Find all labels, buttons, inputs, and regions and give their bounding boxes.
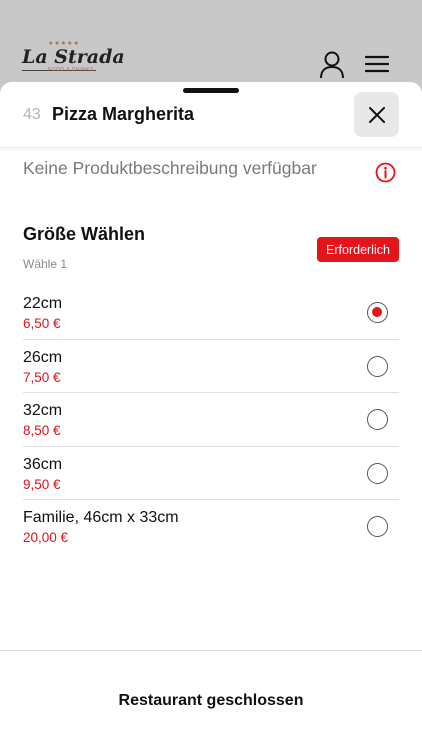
- restaurant-status: Restaurant geschlossen: [118, 692, 304, 709]
- restaurant-logo[interactable]: ★★★★★ La Strada FOOD & DRINKS: [22, 40, 125, 80]
- required-badge: Erforderlich: [317, 237, 399, 262]
- product-description: Keine Produktbeschreibung verfügbar: [23, 158, 317, 178]
- size-option[interactable]: 22cm 6,50 €: [23, 286, 399, 340]
- option-label: 36cm: [23, 455, 63, 473]
- size-option[interactable]: 32cm 8,50 €: [23, 393, 399, 447]
- size-option[interactable]: 36cm 9,50 €: [23, 447, 399, 500]
- option-label: 26cm: [23, 348, 63, 366]
- product-number: 43: [23, 106, 41, 123]
- option-price: 9,50 €: [23, 476, 61, 492]
- size-option[interactable]: 26cm 7,50 €: [23, 340, 399, 393]
- option-price: 8,50 €: [23, 423, 61, 438]
- radio-button[interactable]: [367, 409, 388, 430]
- radio-button[interactable]: [367, 355, 388, 377]
- product-sheet: 43 Pizza Margherita Keine Produktbeschre…: [0, 82, 422, 750]
- option-label: 32cm: [23, 402, 63, 419]
- logo-tagline: FOOD & DRINKS: [48, 67, 94, 73]
- option-price: 20,00 €: [23, 530, 69, 545]
- sheet-footer: Restaurant geschlossen: [0, 650, 422, 750]
- logo-name: La Strada: [22, 46, 125, 68]
- radio-button-selected[interactable]: [367, 302, 388, 323]
- radio-button[interactable]: [367, 462, 388, 484]
- size-options-list: 22cm 6,50 € 26cm 7,50 € 32cm 8,50 € 36cm…: [23, 286, 399, 554]
- hamburger-menu-icon[interactable]: [364, 52, 390, 76]
- sheet-grabber[interactable]: [183, 88, 239, 93]
- option-label: 22cm: [23, 295, 63, 312]
- option-group-subtitle: Wähle 1: [23, 257, 68, 271]
- product-title: Pizza Margherita: [52, 104, 195, 124]
- option-price: 6,50 €: [23, 316, 61, 331]
- info-icon[interactable]: [375, 162, 396, 183]
- user-icon[interactable]: [318, 50, 346, 80]
- option-group-title: Größe Wählen: [23, 224, 146, 244]
- close-icon: [368, 106, 385, 123]
- size-option[interactable]: Familie, 46cm x 33cm 20,00 €: [23, 500, 399, 554]
- close-button[interactable]: [354, 92, 399, 137]
- radio-button[interactable]: [367, 516, 388, 537]
- option-price: 7,50 €: [23, 369, 61, 385]
- option-label: Familie, 46cm x 33cm: [23, 509, 179, 526]
